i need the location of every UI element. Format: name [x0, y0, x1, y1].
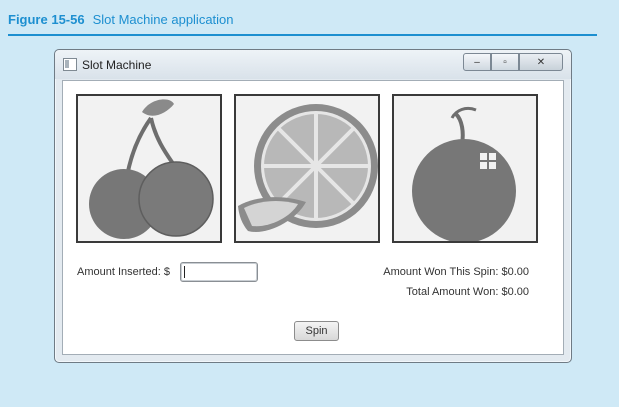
- amount-inserted-input[interactable]: [180, 262, 258, 282]
- slot-1: [76, 94, 222, 243]
- app-window-icon[interactable]: [63, 58, 77, 71]
- minimize-button[interactable]: –: [463, 53, 491, 71]
- total-amount-won-label: Total Amount Won: $0.00: [406, 286, 529, 298]
- client-area: Amount Inserted: $ Amount Won This Spin:…: [62, 80, 564, 355]
- slot-reels: [76, 94, 538, 243]
- apple-icon: [412, 106, 516, 241]
- orange-icon: [238, 104, 378, 232]
- amount-inserted-label: Amount Inserted: $: [77, 266, 170, 278]
- cherries-icon: [89, 99, 214, 239]
- close-icon: ✕: [536, 56, 546, 68]
- slot-machine-window: Slot Machine – ▫ ✕ Amount Inserted: $ Am…: [54, 49, 572, 363]
- minimize-icon: –: [474, 56, 480, 68]
- caption-rule: [8, 34, 597, 36]
- title-bar[interactable]: Slot Machine – ▫ ✕: [55, 50, 571, 79]
- amount-won-spin-label: Amount Won This Spin: $0.00: [383, 266, 529, 278]
- figure-caption: Figure 15-56 Slot Machine application: [8, 12, 234, 27]
- text-cursor: [184, 266, 185, 278]
- slot-2: [234, 94, 380, 243]
- figure-title: Slot Machine application: [92, 12, 234, 27]
- window-title: Slot Machine: [82, 58, 152, 72]
- maximize-icon: ▫: [503, 56, 507, 68]
- spin-button[interactable]: Spin: [294, 321, 339, 341]
- close-button[interactable]: ✕: [519, 53, 563, 71]
- window-controls: – ▫ ✕: [463, 53, 563, 71]
- slot-3: [392, 94, 538, 243]
- maximize-button[interactable]: ▫: [491, 53, 519, 71]
- figure-number: Figure 15-56: [8, 12, 85, 27]
